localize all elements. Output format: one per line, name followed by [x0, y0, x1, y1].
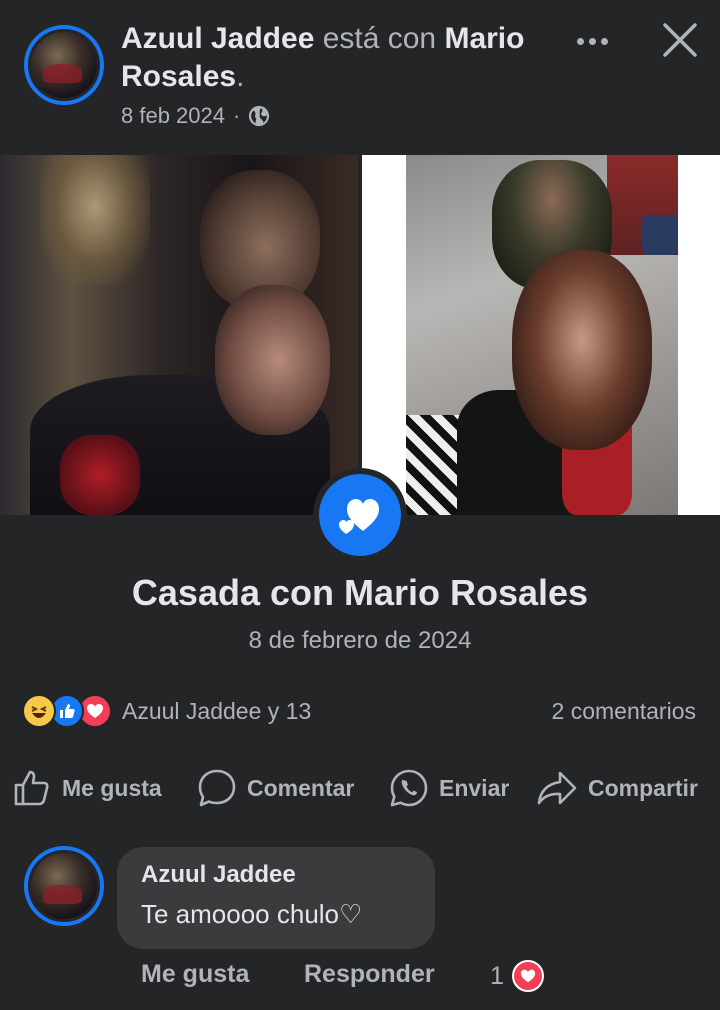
comment-like-button[interactable]: Me gusta [141, 960, 249, 988]
commenter-name[interactable]: Azuul Jaddee [141, 861, 411, 889]
reactions-text[interactable]: Azuul Jaddee y 13 [122, 698, 311, 725]
dot-icon [600, 37, 608, 45]
event-date: 8 de febrero de 2024 [248, 627, 472, 654]
post-meta: 8 feb 2024 · [121, 103, 270, 129]
send-button[interactable]: Enviar [389, 768, 509, 808]
life-event-badge [313, 468, 407, 562]
love-reaction-icon [511, 960, 544, 992]
comment-label: Comentar [247, 774, 355, 801]
photo-couple-selfie[interactable] [0, 155, 358, 515]
comment-reaction-count[interactable]: 1 [490, 960, 544, 992]
meta-separator: · [232, 103, 241, 128]
comment-button[interactable]: Comentar [197, 768, 354, 808]
event-title: Casada con Mario Rosales [131, 572, 589, 613]
like-label: Me gusta [62, 774, 162, 801]
post-date[interactable]: 8 feb 2024 [121, 103, 225, 129]
headline-period: . [236, 60, 245, 93]
photo-street-selfie[interactable] [362, 155, 720, 515]
like-button[interactable]: Me gusta [12, 768, 162, 808]
share-label: Compartir [588, 774, 698, 801]
post-headline: Azuul Jaddee está con Mario Rosales. [121, 20, 551, 96]
avatar-photo [31, 32, 97, 98]
send-label: Enviar [439, 774, 510, 801]
hearts-icon [339, 499, 379, 534]
comment-bubble-icon [198, 769, 236, 807]
comment-reaction-number: 1 [490, 961, 504, 990]
more-options-button[interactable] [570, 26, 614, 56]
comment-bubble[interactable]: Azuul Jaddee Te amoooo chulo♡ [117, 847, 435, 949]
with-text: está con [314, 22, 445, 55]
commenter-avatar[interactable] [24, 846, 104, 926]
comment-text: Te amoooo chulo♡ [141, 899, 363, 929]
comment-actions: Me gusta Responder 1 [141, 960, 544, 992]
share-arrow-icon [537, 771, 577, 805]
action-bar: Me gusta Comentar Enviar Compartir [0, 760, 720, 816]
post-header: Azuul Jaddee está con Mario Rosales. 8 f… [0, 0, 720, 150]
whatsapp-icon [390, 769, 428, 807]
globe-icon [249, 105, 270, 127]
comment-reply-button[interactable]: Responder [304, 960, 435, 989]
haha-reaction-icon [22, 694, 56, 728]
avatar-photo [31, 853, 97, 919]
close-icon[interactable] [660, 20, 700, 60]
reactions-summary[interactable]: Azuul Jaddee y 13 [22, 693, 311, 729]
author-name[interactable]: Azuul Jaddee [121, 22, 314, 55]
dot-icon [588, 37, 596, 45]
photo-collage [0, 155, 720, 515]
share-button[interactable]: Compartir [536, 768, 698, 808]
author-avatar[interactable] [24, 25, 104, 105]
thumbs-up-icon [14, 770, 49, 806]
comments-count[interactable]: 2 comentarios [552, 698, 696, 725]
dot-icon [576, 37, 584, 45]
